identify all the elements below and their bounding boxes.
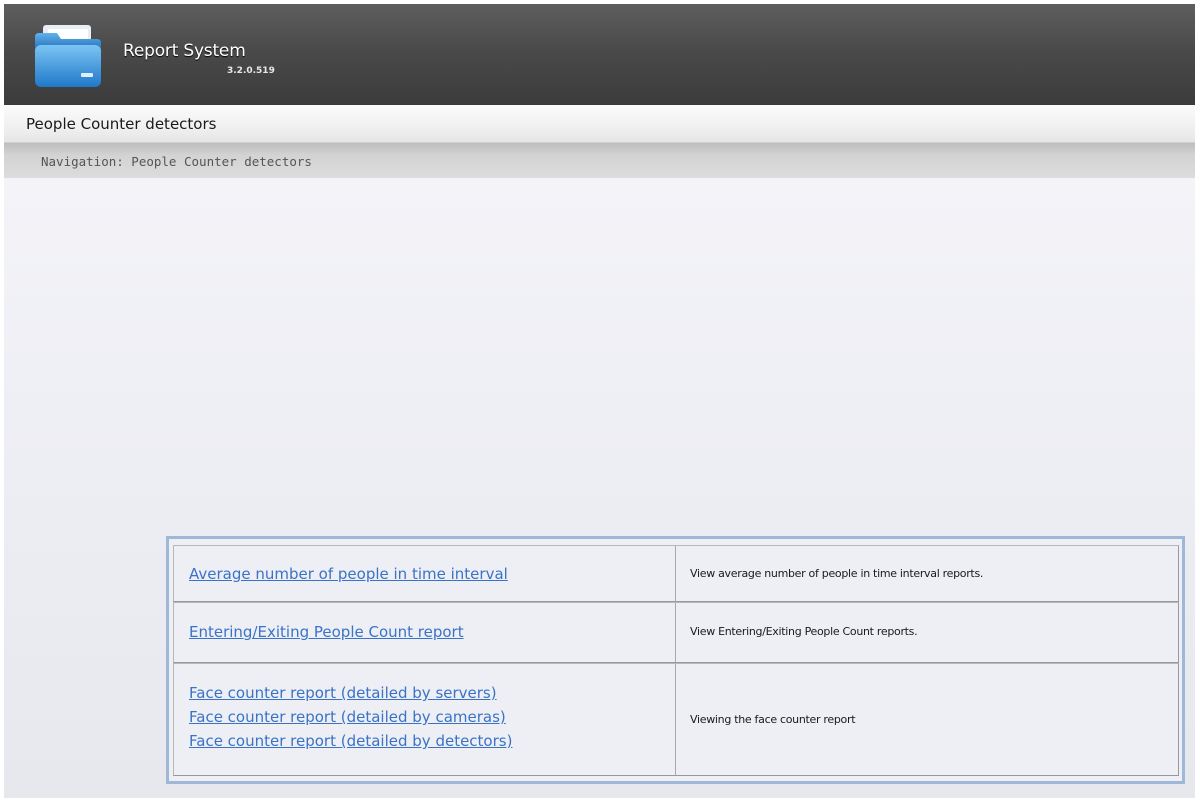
page-title: People Counter detectors (26, 115, 217, 133)
report-link-face-counter-detectors[interactable]: Face counter report (detailed by detecto… (189, 732, 512, 750)
report-description-cell: View average number of people in time in… (677, 546, 1178, 601)
breadcrumb: Navigation: People Counter detectors (41, 154, 312, 169)
app-header: Report System 3.2.0.519 (4, 4, 1195, 105)
app-title: Report System (123, 41, 246, 61)
table-row: Face counter report (detailed by servers… (173, 663, 1179, 776)
report-link-entering-exiting[interactable]: Entering/Exiting People Count report (189, 623, 464, 641)
folder-icon (35, 25, 101, 87)
table-row: Entering/Exiting People Count report Vie… (173, 602, 1179, 663)
report-links-cell: Average number of people in time interva… (174, 546, 676, 601)
breadcrumb-bar: Navigation: People Counter detectors (4, 143, 1195, 178)
report-description-cell: View Entering/Exiting People Count repor… (677, 603, 1178, 662)
table-row: Average number of people in time interva… (173, 545, 1179, 602)
report-table: Average number of people in time interva… (166, 536, 1185, 784)
page-title-bar: People Counter detectors (4, 105, 1195, 143)
report-description-cell: Viewing the face counter report (677, 664, 1178, 775)
report-links-cell: Face counter report (detailed by servers… (174, 664, 676, 775)
report-description: View average number of people in time in… (690, 567, 984, 580)
app-window: Report System 3.2.0.519 People Counter d… (4, 4, 1195, 798)
report-links-cell: Entering/Exiting People Count report (174, 603, 676, 662)
report-link-face-counter-servers[interactable]: Face counter report (detailed by servers… (189, 684, 497, 702)
report-link-average-people[interactable]: Average number of people in time interva… (189, 565, 508, 583)
report-link-face-counter-cameras[interactable]: Face counter report (detailed by cameras… (189, 708, 506, 726)
report-description: Viewing the face counter report (690, 713, 856, 726)
report-description: View Entering/Exiting People Count repor… (690, 625, 918, 638)
app-version: 3.2.0.519 (227, 66, 275, 76)
